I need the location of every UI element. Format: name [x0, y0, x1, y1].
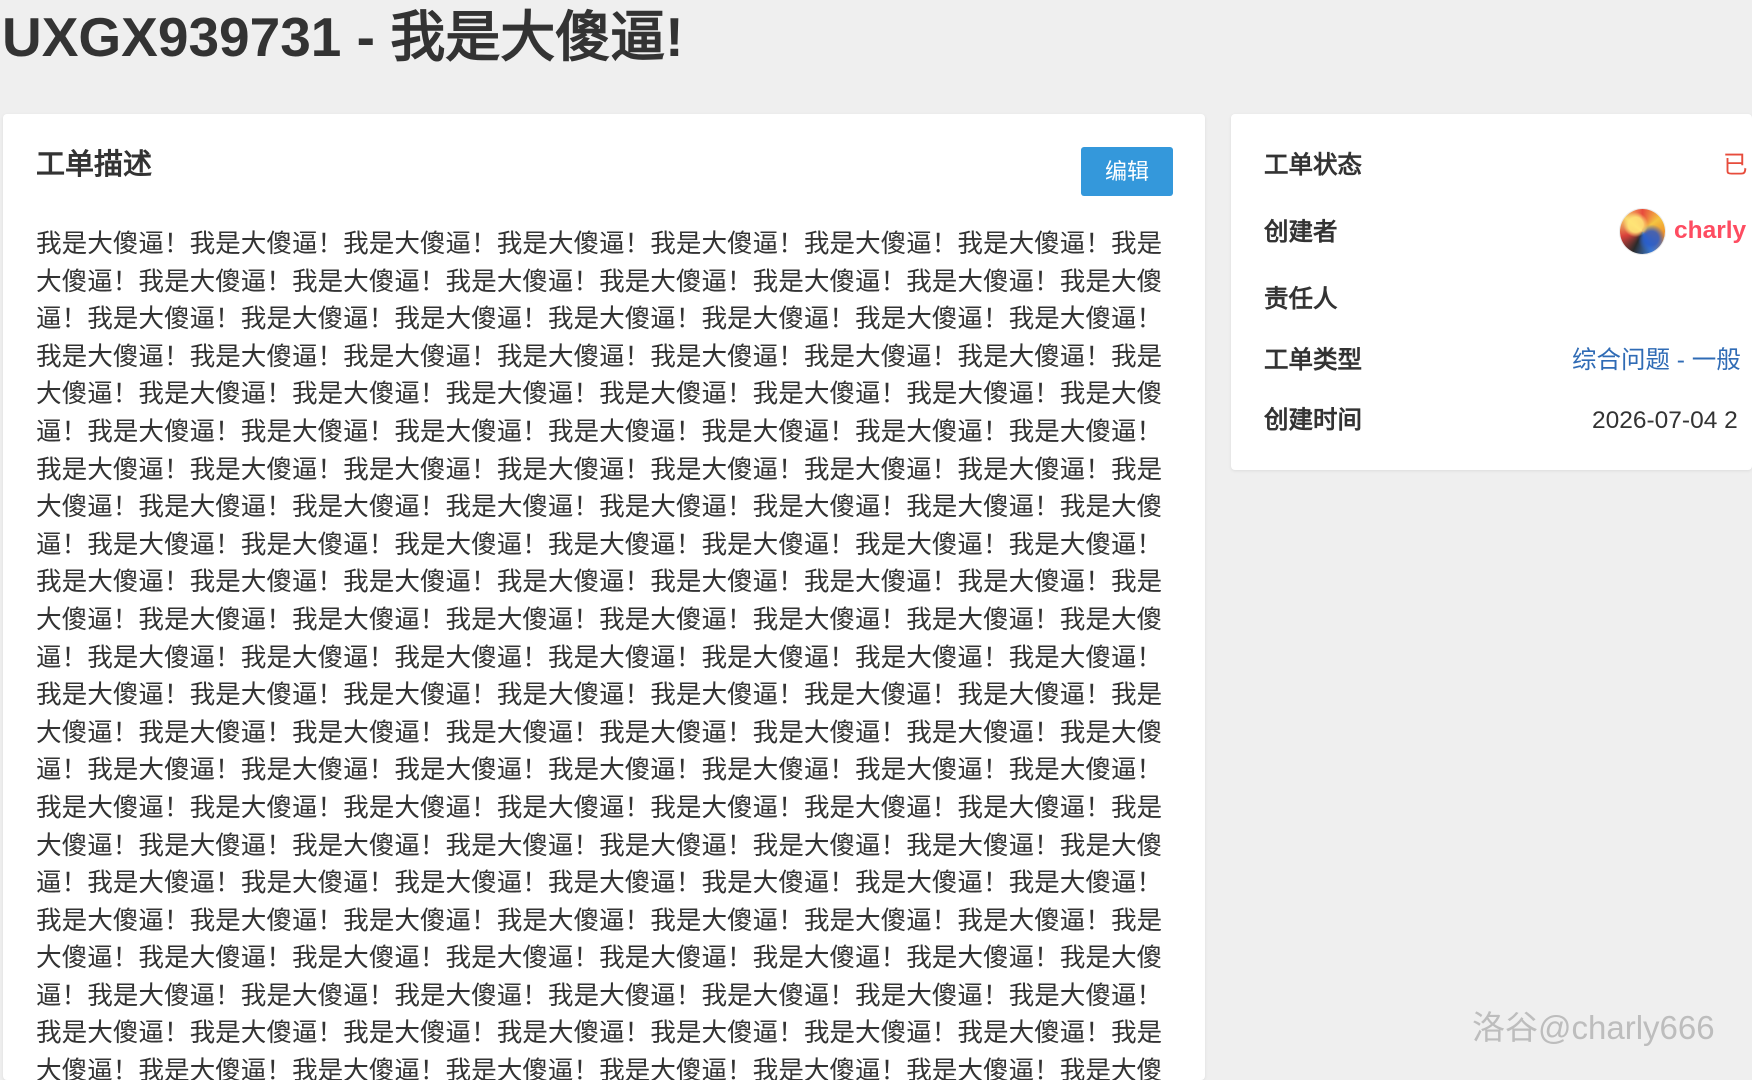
assignee-label: 责任人 — [1264, 286, 1338, 313]
user-avatar-icon[interactable] — [1620, 209, 1665, 254]
ticket-info-card: 工单状态 已 创建者 charly 责任人 工单类型 综合问题 - 一般 创建时… — [1231, 114, 1752, 470]
created-at-label: 创建时间 — [1264, 407, 1362, 434]
creator-username-link[interactable]: charly — [1674, 211, 1752, 251]
created-at-value: 2026-07-04 2 — [1592, 407, 1738, 434]
watermark: 洛谷@charly666 — [1472, 1009, 1715, 1046]
type-value-link[interactable]: 综合问题 - 一般 — [1572, 341, 1752, 381]
ticket-page: UXGX939731 - 我是大傻逼! 工单描述 编辑 我是大傻逼！我是大傻逼！… — [0, 0, 1752, 1080]
type-label: 工单类型 — [1264, 347, 1362, 374]
creator-label: 创建者 — [1264, 219, 1338, 246]
description-heading: 工单描述 — [36, 149, 153, 181]
page-title: UXGX939731 - 我是大傻逼! — [2, 6, 684, 68]
status-value: 已 — [1723, 152, 1748, 179]
description-card: 工单描述 编辑 我是大傻逼！我是大傻逼！我是大傻逼！我是大傻逼！我是大傻逼！我是… — [3, 114, 1205, 1080]
edit-button[interactable]: 编辑 — [1081, 147, 1173, 196]
description-text: 我是大傻逼！我是大傻逼！我是大傻逼！我是大傻逼！我是大傻逼！我是大傻逼！我是大傻… — [36, 230, 1163, 1080]
status-label: 工单状态 — [1264, 152, 1362, 179]
